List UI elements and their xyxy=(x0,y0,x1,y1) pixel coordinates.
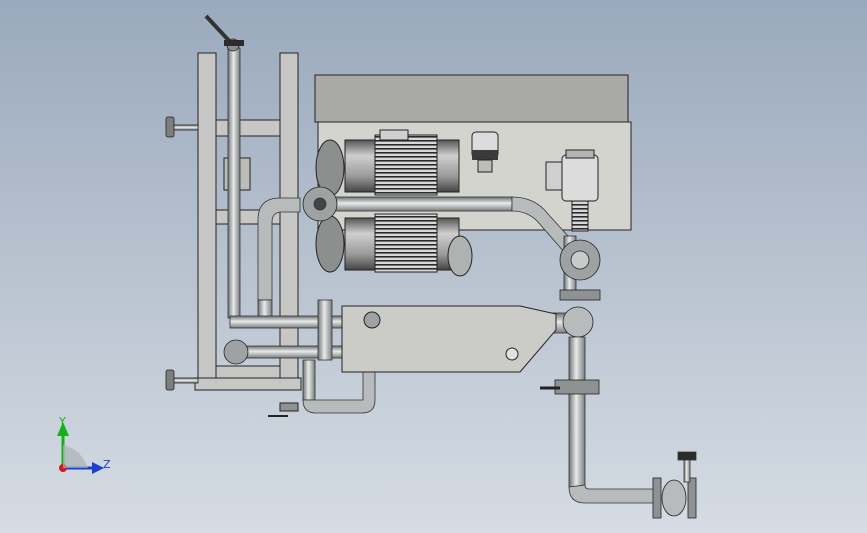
z-axis-label: Z xyxy=(103,458,111,471)
coordinate-triad: Y Z xyxy=(57,415,111,474)
outlet-valve-stem xyxy=(683,457,691,483)
frame-base xyxy=(194,377,302,391)
separator-tank xyxy=(341,305,557,373)
outlet-flange-2 xyxy=(687,477,697,519)
foot-lower-pad xyxy=(165,369,175,391)
motor-fins-lower xyxy=(374,213,438,273)
y-axis-label: Y xyxy=(58,415,66,428)
drain-elbow xyxy=(223,339,249,365)
outlet-flange-1 xyxy=(652,477,662,519)
foot-upper-pad xyxy=(165,116,175,138)
leveling-feet xyxy=(165,116,199,391)
vent-valve-handle xyxy=(224,40,244,46)
foot-lower-stud xyxy=(172,377,199,384)
motor-fins-upper xyxy=(374,134,438,196)
vent-pipe xyxy=(227,47,241,319)
drain-valve xyxy=(268,402,299,417)
ball-valve xyxy=(554,379,600,395)
cabinet-top-cover xyxy=(314,74,629,123)
pump-motor-lower xyxy=(315,213,473,277)
sight-port xyxy=(505,347,519,361)
foot-upper-stud xyxy=(172,124,199,131)
outlet-bellows xyxy=(661,479,687,517)
outlet-valve-wheel xyxy=(677,451,697,461)
manifold-elbow xyxy=(562,306,594,338)
frame-post-right xyxy=(279,52,299,389)
frame-rail-top xyxy=(215,119,281,137)
frame-post-left xyxy=(197,52,217,389)
support-frame xyxy=(194,52,302,391)
triad-plane xyxy=(63,445,88,468)
cad-viewport[interactable]: Y Z xyxy=(0,0,867,533)
terminal-box-upper xyxy=(379,129,409,141)
upper-flange-pair xyxy=(559,289,601,301)
level-switch-spring xyxy=(571,200,589,232)
